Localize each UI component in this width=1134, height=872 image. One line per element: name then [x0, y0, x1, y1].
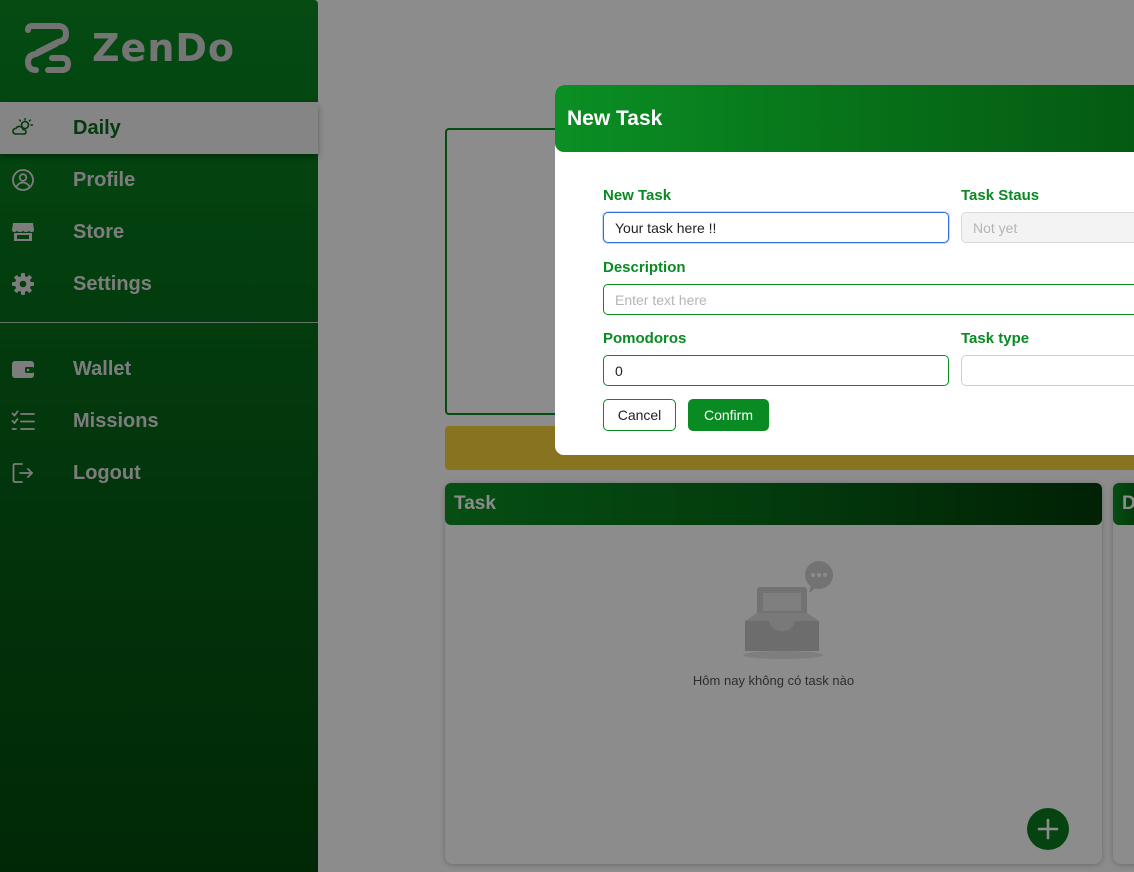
new-task-input[interactable]: [603, 212, 949, 243]
task-type-label: Task type: [961, 330, 1030, 347]
pomodoros-input[interactable]: [603, 355, 949, 386]
new-task-modal: New Task New Task Task Staus Description…: [555, 85, 1134, 455]
cancel-button[interactable]: Cancel: [603, 399, 676, 431]
task-status-label: Task Staus: [961, 187, 1040, 204]
description-label: Description: [603, 259, 686, 276]
pomodoros-label: Pomodoros: [603, 330, 687, 347]
modal-title: New Task: [567, 106, 663, 130]
description-input[interactable]: [603, 284, 1134, 315]
new-task-label: New Task: [603, 187, 672, 204]
modal-header: New Task: [555, 85, 1134, 152]
confirm-button[interactable]: Confirm: [688, 399, 769, 431]
task-status-input: [961, 212, 1134, 243]
task-type-select[interactable]: [961, 355, 1134, 386]
